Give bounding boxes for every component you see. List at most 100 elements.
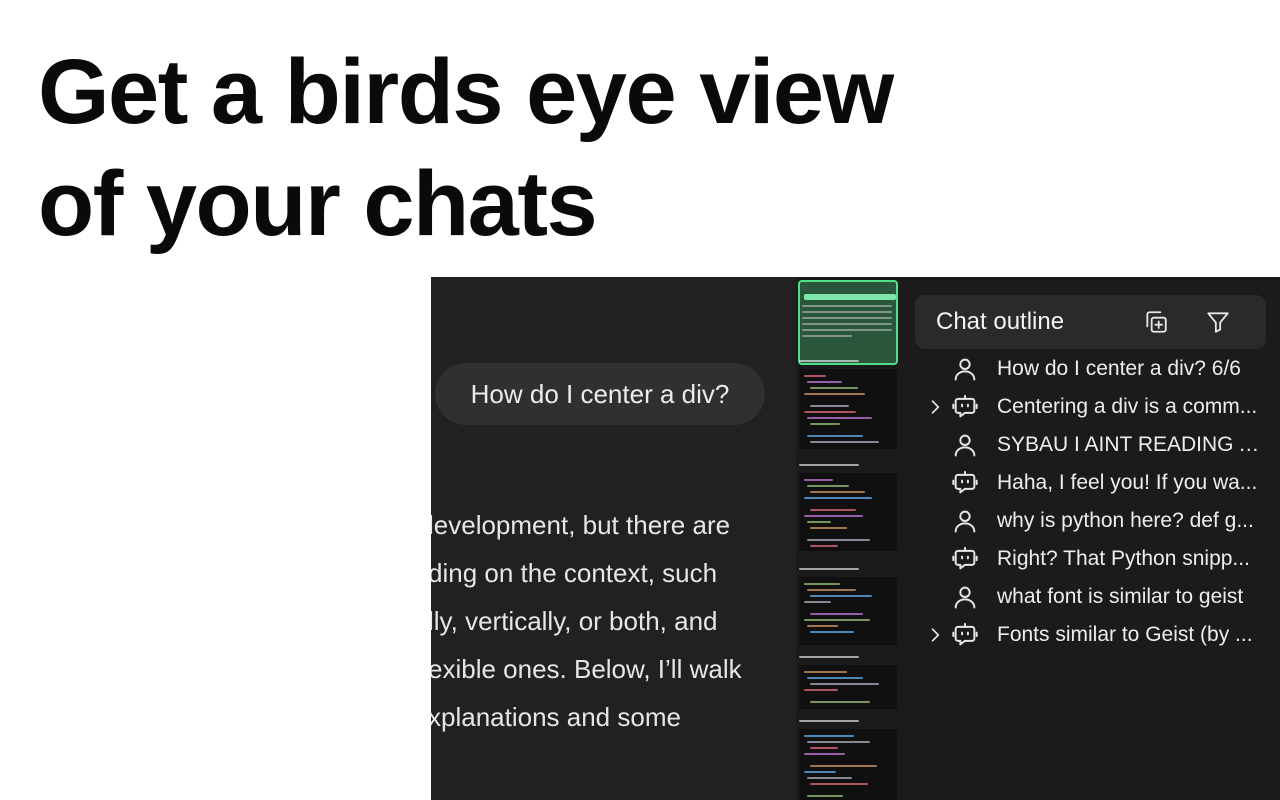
user-icon [951,431,979,459]
minimap-code-line [810,631,854,633]
minimap-text-line [802,317,892,319]
app-screenshot: How do I center a div? levelopment, but … [431,277,1280,800]
user-message-bubble: How do I center a div? [435,363,765,425]
bot-icon [951,545,979,573]
minimap-code-line [807,741,870,743]
minimap-code-line [804,771,836,773]
outline-item-label: Haha, I feel you! If you wa... [997,471,1258,494]
chat-minimap[interactable] [796,277,901,800]
outline-item-user[interactable]: SYBAU I AINT READING A... [901,426,1280,464]
outline-item-user[interactable]: why is python here? def g... [901,502,1280,540]
minimap-heading-line [799,360,859,362]
minimap-code-line [810,423,840,425]
minimap-code-line [810,527,847,529]
chat-panel: How do I center a div? levelopment, but … [431,277,796,800]
minimap-code-line [804,601,831,603]
outline-item-assistant[interactable]: Centering a div is a comm... [901,388,1280,426]
headline-line-1: Get a birds eye view [38,41,894,143]
outline-item-user[interactable]: How do I center a div? 6/6 [901,350,1280,388]
minimap-code-block [799,577,897,645]
copy-plus-icon[interactable] [1143,309,1169,335]
minimap-code-line [810,405,849,407]
minimap-code-line [807,417,872,419]
minimap-code-line [810,387,858,389]
bot-icon [951,469,979,497]
user-icon [951,355,979,383]
minimap-code-line [810,783,868,785]
outline-item-label: How do I center a div? 6/6 [997,357,1241,380]
minimap-code-line [804,393,865,395]
outline-item-label: Centering a div is a comm... [997,395,1258,418]
minimap-code-line [804,515,863,517]
minimap-code-line [804,479,833,481]
outline-item-assistant[interactable]: Haha, I feel you! If you wa... [901,464,1280,502]
minimap-code-line [807,381,842,383]
chevron-right-icon[interactable] [925,625,945,645]
minimap-code-line [810,491,865,493]
outline-item-label: why is python here? def g... [997,509,1254,532]
user-icon [951,583,979,611]
filter-icon[interactable] [1205,309,1231,335]
minimap-code-line [810,441,879,443]
minimap-text-line [802,311,892,313]
minimap-code-line [807,589,856,591]
bot-icon [951,393,979,421]
minimap-code-line [804,497,872,499]
minimap-heading-line [799,656,859,658]
minimap-heading-line [799,720,859,722]
minimap-code-line [807,485,849,487]
bot-icon [951,621,979,649]
outline-title: Chat outline [936,308,1065,335]
headline-line-2: of your chats [38,153,598,255]
minimap-code-line [810,509,856,511]
minimap-user-bar [804,294,896,300]
minimap-text-line [802,335,852,337]
minimap-code-line [807,677,863,679]
minimap-code-line [807,435,863,437]
chevron-right-icon[interactable] [925,397,945,417]
minimap-code-line [804,411,856,413]
minimap-code-line [807,795,843,797]
outline-item-assistant[interactable]: Right? That Python snipp... [901,540,1280,578]
outline-item-user[interactable]: what font is similar to geist [901,578,1280,616]
minimap-code-line [804,375,826,377]
minimap-code-line [804,619,870,621]
user-icon [951,507,979,535]
reply-line: ding on the context, such [431,558,718,588]
page-headline: Get a birds eye view of your chats [38,36,998,260]
outline-item-label: Right? That Python snipp... [997,547,1250,570]
outline-list: How do I center a div? 6/6 Centering a di… [901,350,1280,654]
minimap-code-line [810,683,879,685]
minimap-code-line [807,539,870,541]
minimap-code-line [807,625,838,627]
outline-item-label: what font is similar to geist [997,585,1244,608]
minimap-heading-line [799,464,859,466]
minimap-code-line [807,521,831,523]
minimap-code-line [810,595,872,597]
reply-line: xplanations and some [431,702,681,732]
minimap-code-line [810,747,838,749]
minimap-text-line [802,329,892,331]
minimap-code-line [804,735,854,737]
minimap-code-line [807,777,852,779]
minimap-code-line [804,671,847,673]
outline-header: Chat outline [915,295,1266,349]
outline-item-label: Fonts similar to Geist (by ... [997,623,1253,646]
outline-item-label: SYBAU I AINT READING A... [997,433,1269,456]
minimap-code-line [810,613,863,615]
minimap-code-line [804,753,845,755]
minimap-code-line [810,545,838,547]
minimap-code-line [810,701,870,703]
reply-line: exible ones. Below, I’ll walk [431,654,742,684]
reply-line: lly, vertically, or both, and [431,606,718,636]
reply-line: levelopment, but there are [431,510,731,540]
minimap-code-line [804,583,840,585]
minimap-text-line [802,323,892,325]
minimap-code-line [804,689,838,691]
minimap-text-line [802,305,892,307]
chat-outline-panel: Chat outline How do I center a div? 6/6 C… [901,277,1280,800]
assistant-reply: levelopment, but there are ding on the c… [431,501,793,741]
outline-item-assistant[interactable]: Fonts similar to Geist (by ... [901,616,1280,654]
minimap-code-line [810,765,877,767]
minimap-heading-line [799,568,859,570]
